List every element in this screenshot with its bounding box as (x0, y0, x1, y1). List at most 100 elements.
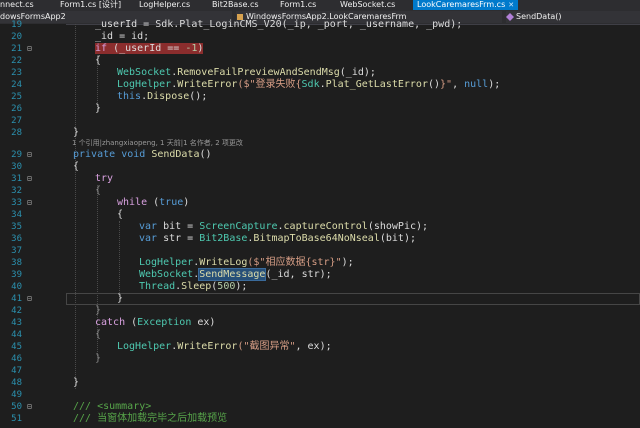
token: ($"相应数据 (247, 257, 306, 268)
token: ); (488, 79, 501, 90)
token: (_id); (339, 67, 376, 78)
code-line: { (73, 161, 80, 172)
close-icon[interactable]: ✕ (508, 1, 514, 9)
code-line: } (95, 103, 102, 114)
token: ); (341, 257, 354, 268)
token: }" (440, 79, 453, 90)
token: (_userId == (107, 43, 186, 54)
token: RemoveFailPreviewAndSendMsg (177, 67, 340, 78)
token: str = (157, 233, 200, 244)
breakpoint-highlight: if (_userId == -1) (95, 43, 204, 54)
document-tab-bar: nnect.cs Form1.cs [设计] LogHelper.cs Bit2… (0, 0, 640, 10)
token: ( (125, 317, 138, 328)
code-line: LogHelper.WriteError("截图异常", ex); (117, 341, 332, 353)
token: null (464, 79, 489, 90)
code-line: catch (Exception ex) (95, 317, 215, 329)
token: Thread (139, 281, 176, 292)
code-line: /// <summary> (73, 401, 151, 413)
code-line: var str = Bit2Base.BitmapToBase64NoNseal… (139, 233, 416, 245)
brace: } (95, 305, 102, 316)
token: bit = (157, 221, 200, 232)
token: LogHelper (117, 79, 172, 90)
token: (); (189, 91, 208, 102)
token: ) (197, 43, 204, 54)
token: WriteLog (199, 257, 248, 268)
tab-bit2base-cs[interactable]: Bit2Base.cs (212, 0, 259, 10)
code-line: private void SendData() (73, 149, 212, 161)
token: ex) (191, 317, 216, 328)
code-line: { (95, 55, 102, 66)
code-line: this.Dispose(); (117, 91, 207, 103)
codelens-references[interactable]: 1 个引用|zhangxiaopeng, 1 天前|1 名作者, 2 项更改 (72, 139, 243, 148)
code-line: { (95, 329, 101, 341)
code-line: LogHelper.WriteError($"登录失败{Sdk.Plat_Get… (117, 79, 500, 91)
method-icon (506, 12, 514, 21)
doc-comment: /// <summary> (73, 401, 152, 412)
doc-comment: /// 当窗体加载完毕之后加载预览 (73, 413, 228, 424)
token: WriteError (177, 79, 238, 90)
code-line: { (95, 185, 101, 197)
code-line: _userId = Sdk.Plat_LoginCMS_V20(_ip, _po… (95, 19, 463, 30)
token: (_id, str); (265, 269, 332, 280)
token: WriteError (177, 341, 238, 352)
token: , ex); (295, 341, 332, 352)
token: LogHelper (117, 341, 172, 352)
code-line: var bit = ScreenCapture.captureControl(s… (139, 221, 428, 233)
code-line: try (95, 173, 113, 185)
brace: } (95, 353, 102, 364)
token: WebSocket (139, 269, 194, 280)
token: if (95, 43, 108, 54)
token: try (95, 173, 114, 184)
token: catch (95, 317, 126, 328)
token: captureControl (283, 221, 368, 232)
token: Bit2Base (199, 233, 248, 244)
token: Exception (137, 317, 192, 328)
token: Dispose (147, 91, 190, 102)
token: () (427, 79, 441, 90)
code-line: } (95, 353, 101, 365)
token: true (159, 197, 184, 208)
token: void (121, 149, 146, 160)
token: Plat_GetLastError (325, 79, 428, 90)
token: {str} (305, 257, 336, 268)
token: () (199, 149, 212, 160)
token: (showPic); (367, 221, 429, 232)
brace: { (95, 185, 102, 196)
token: ScreenCapture (199, 221, 278, 232)
tab-form1-cs[interactable]: Form1.cs (280, 0, 316, 10)
token: Sleep (181, 281, 212, 292)
token: BitmapToBase64NoNseal (253, 233, 380, 244)
token: while (117, 197, 148, 208)
code-line: WebSocket.RemoveFailPreviewAndSendMsg(_i… (117, 67, 376, 79)
token: ( (147, 197, 160, 208)
token: ); (235, 281, 248, 292)
tab-form1-designer[interactable]: Form1.cs [设计] (60, 0, 121, 10)
tab-connect-cs[interactable]: nnect.cs (0, 0, 34, 10)
tab-loghelper-cs[interactable]: LogHelper.cs (139, 0, 190, 10)
token: var (139, 233, 158, 244)
code-editor[interactable]: _userId = Sdk.Plat_LoginCMS_V20(_ip, _po… (0, 19, 640, 428)
token: ) (183, 197, 190, 208)
tab-websocket-cs[interactable]: WebSocket.cs (340, 0, 395, 10)
token: var (139, 221, 158, 232)
token: SendData (151, 149, 200, 160)
token: WebSocket (117, 67, 172, 78)
token: 500 (217, 281, 236, 292)
code-line: Thread.Sleep(500); (139, 281, 247, 293)
code-line: /// 当窗体加载完毕之后加载预览 (73, 413, 227, 425)
token: , (452, 79, 465, 90)
code-line: _id = id; (95, 31, 150, 42)
member-dropdown[interactable]: SendData() (506, 11, 640, 23)
token: (bit); (379, 233, 416, 244)
code-line: } (73, 377, 80, 388)
code-line: while (true) (117, 197, 189, 209)
tab-label: LookCaremaresFrm.cs (417, 0, 506, 9)
code-line: WebSocket.SendMessage(_id, str); (139, 268, 332, 281)
tab-lookcaremaresfrm-cs[interactable]: LookCaremaresFrm.cs ✕ (413, 0, 519, 10)
token: private (73, 149, 116, 160)
token: ($"登录失败 (237, 79, 296, 90)
token: ("截图异常" (237, 341, 296, 352)
code-line: } (117, 293, 124, 304)
token: LogHelper (139, 257, 194, 268)
selected-token[interactable]: SendMessage (198, 268, 267, 281)
